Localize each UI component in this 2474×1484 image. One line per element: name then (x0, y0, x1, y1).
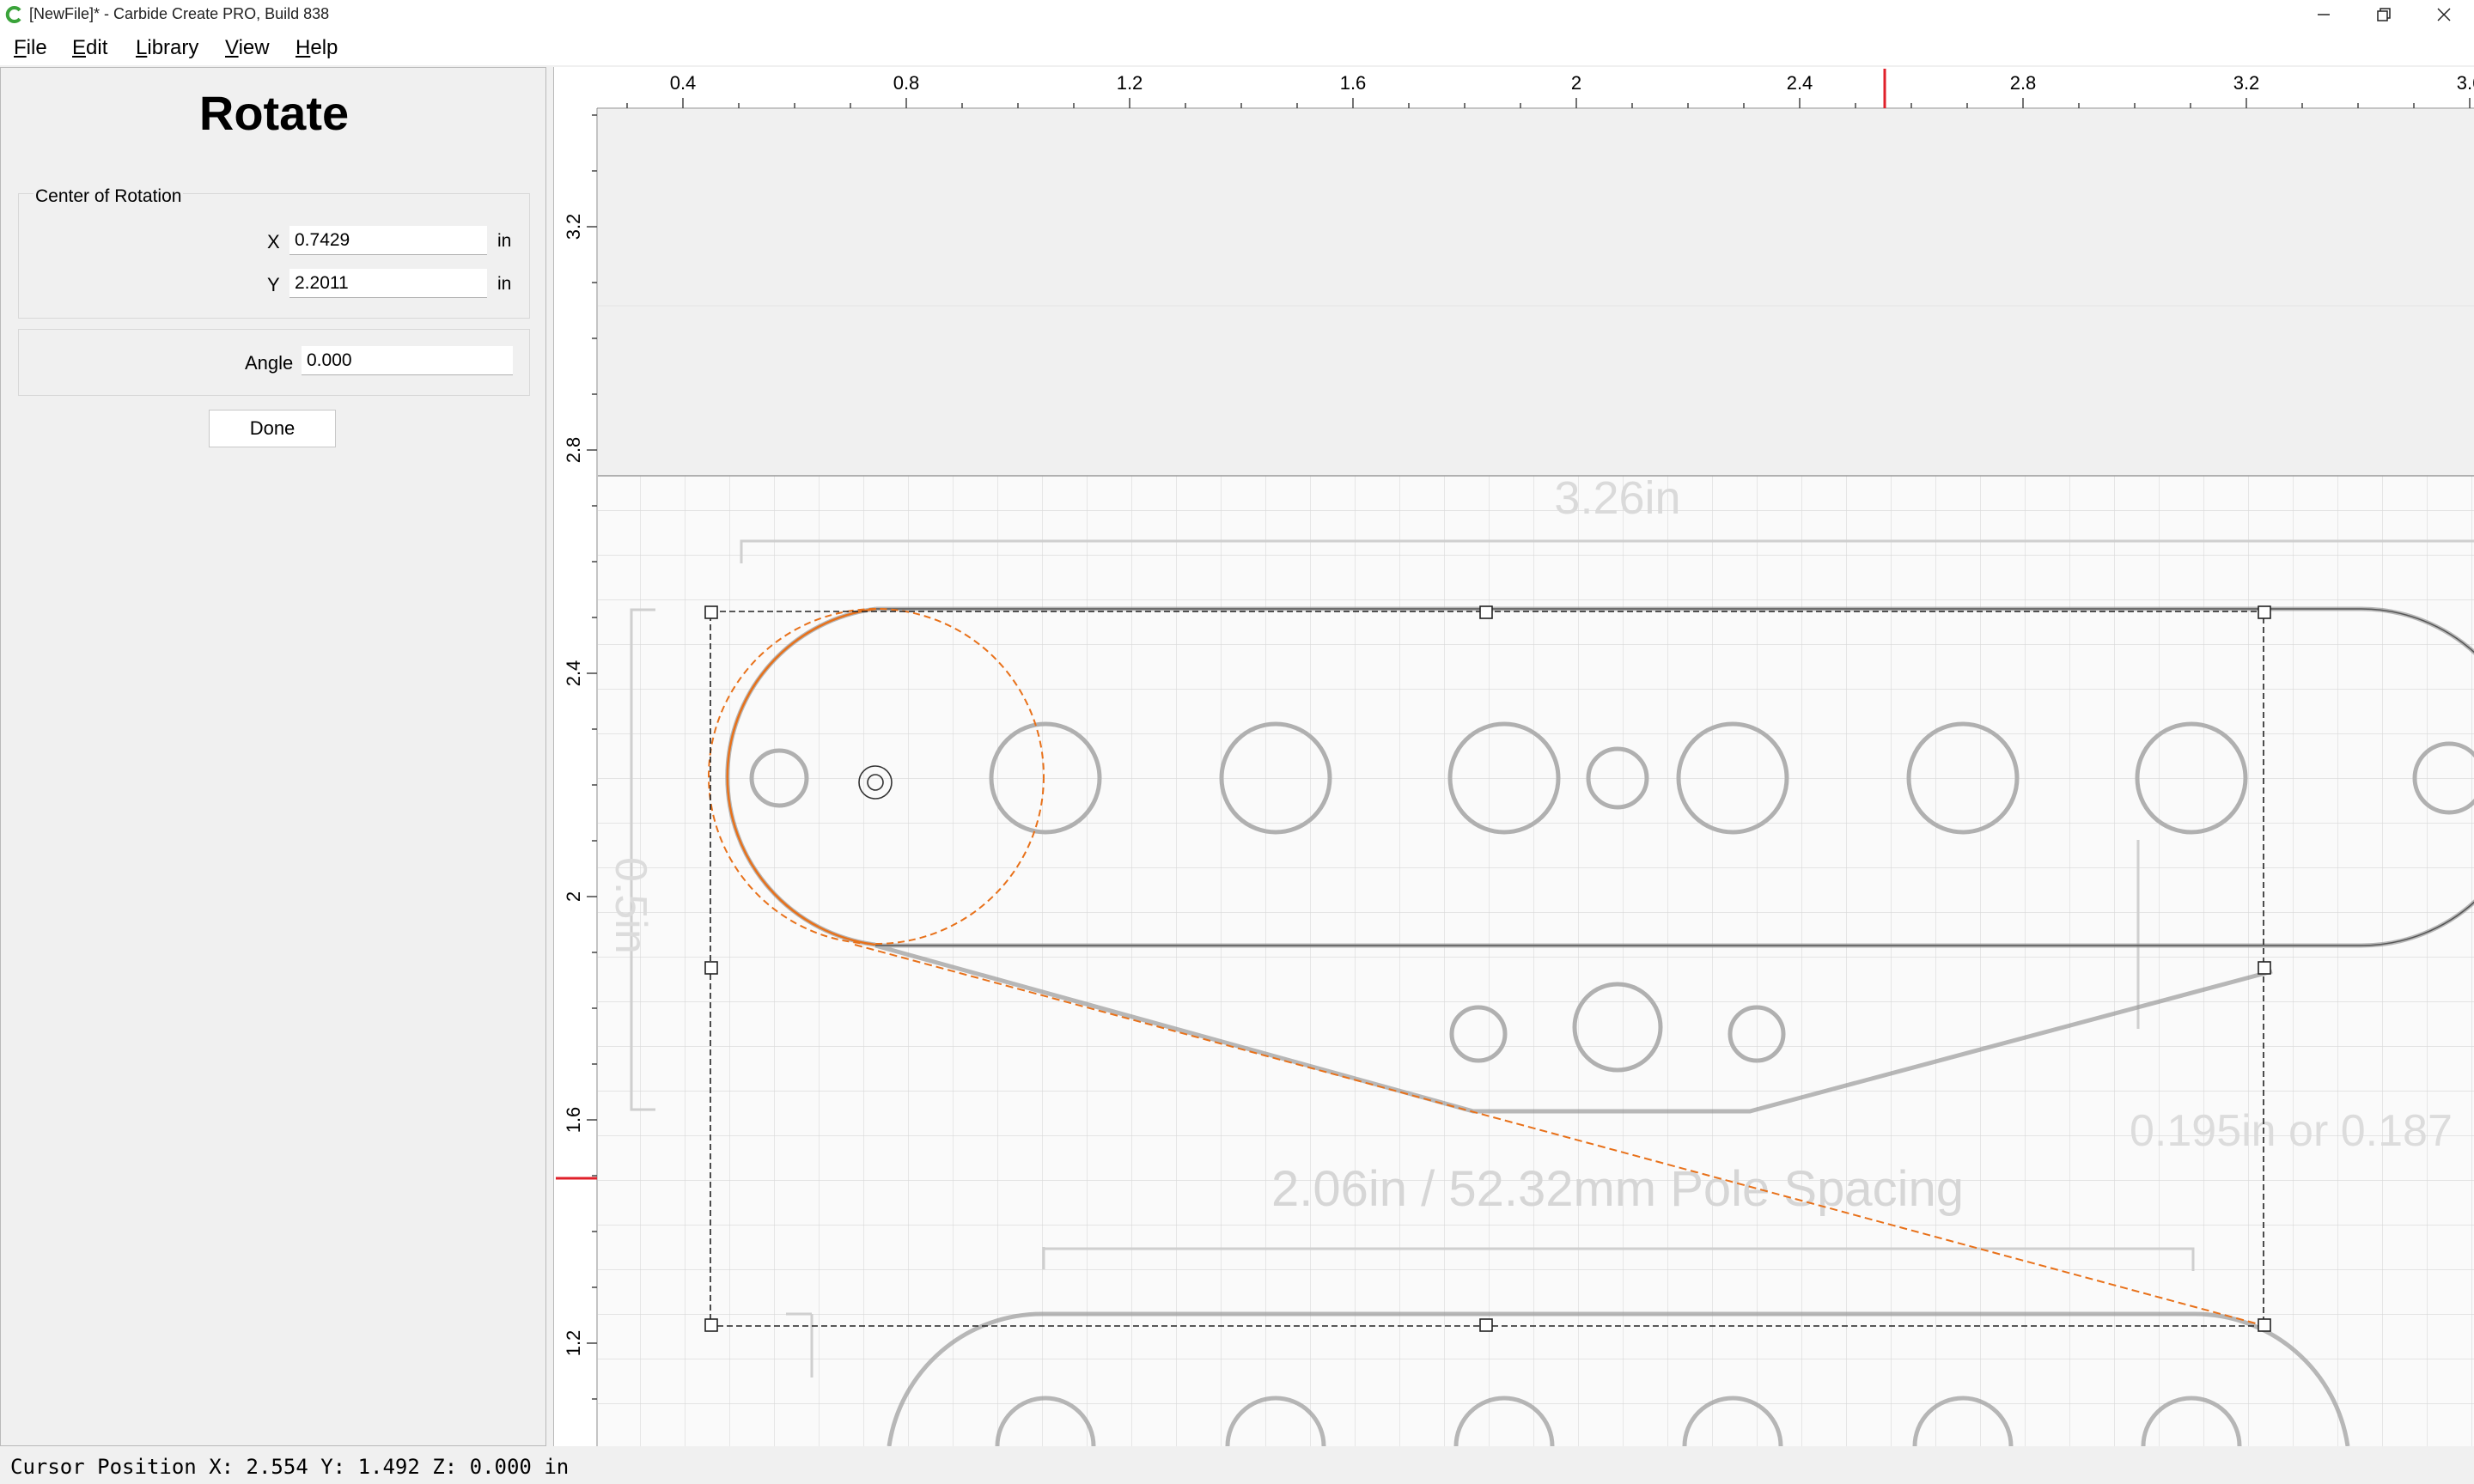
center-of-rotation-label: Center of Rotation (34, 186, 184, 207)
menu-library[interactable]: Library (136, 36, 198, 60)
ruler-label: 2.4 (563, 660, 584, 687)
resize-handle-bottom-left[interactable] (704, 1318, 718, 1332)
angle-input[interactable] (302, 346, 513, 375)
resize-handle-bottom-right[interactable] (2258, 1318, 2271, 1332)
canvas-drawing[interactable]: 0.4 0.8 1.2 1.6 2 2.4 2.8 3.2 3.6 3.2 2.8 2.4 2 1.6 1… (554, 67, 2474, 1446)
rotate-panel: Rotate Center of Rotation X in Y in Angl… (0, 67, 546, 1446)
ruler-label: 0.8 (893, 72, 920, 94)
pole-size-label: 0.195in or 0.187 (2130, 1106, 2453, 1156)
title-bar: [NewFile]* - Carbide Create PRO, Build 8… (0, 0, 2474, 29)
y-label: Y (267, 274, 280, 295)
ruler-label: 2.8 (563, 437, 584, 464)
ruler-label: 1.2 (1117, 72, 1143, 94)
resize-handle-top-center[interactable] (1479, 605, 1493, 619)
ruler-label: 3.2 (2233, 72, 2260, 94)
minimize-button[interactable] (2294, 0, 2354, 29)
resize-handle-mid-right[interactable] (2258, 961, 2271, 975)
side-dimension-label: 0.5in (606, 857, 655, 954)
resize-handle-mid-left[interactable] (704, 961, 718, 975)
restore-icon (2377, 8, 2391, 21)
x-label: X (267, 231, 280, 252)
angle-label: Angle (245, 352, 294, 374)
center-of-rotation-group (18, 193, 530, 319)
menu-bar: File Edit Library View Help (0, 29, 2474, 65)
menu-edit[interactable]: Edit (72, 36, 107, 60)
pole-spacing-label: 2.06in / 52.32mm Pole Spacing (1271, 1161, 1964, 1217)
ruler-label: 1.6 (563, 1107, 584, 1134)
width-dimension-label: 3.26in (1554, 472, 1680, 524)
status-bar: Cursor Position X: 2.554 Y: 1.492 Z: 0.0… (0, 1450, 2474, 1484)
minimize-icon (2318, 14, 2330, 15)
vertical-ruler (554, 108, 597, 1446)
ruler-label: 1.6 (1340, 72, 1367, 94)
menu-file[interactable]: File (14, 36, 47, 60)
resize-handle-bottom-center[interactable] (1479, 1318, 1493, 1332)
ruler-label: 2 (563, 891, 584, 902)
carbide-logo-icon (5, 6, 21, 23)
x-unit: in (497, 231, 512, 251)
window-title: [NewFile]* - Carbide Create PRO, Build 8… (29, 5, 330, 22)
ruler-label: 0.4 (670, 72, 697, 94)
ruler-label: 1.2 (563, 1330, 584, 1357)
offstock-area (598, 109, 2474, 516)
done-button[interactable]: Done (209, 410, 336, 447)
close-icon (2437, 8, 2451, 21)
center-x-input[interactable] (289, 226, 487, 255)
y-unit: in (497, 274, 512, 294)
ruler-label: 3.2 (563, 214, 584, 240)
ruler-label: 3.6 (2457, 72, 2474, 94)
horizontal-ruler (554, 67, 2474, 108)
center-y-input[interactable] (289, 269, 487, 298)
ruler-label: 2.4 (1787, 72, 1813, 94)
ruler-label: 2 (1571, 72, 1581, 94)
resize-handle-top-left[interactable] (704, 605, 718, 619)
restore-button[interactable] (2354, 0, 2414, 29)
resize-handle-top-right[interactable] (2258, 605, 2271, 619)
design-canvas[interactable]: 0.4 0.8 1.2 1.6 2 2.4 2.8 3.2 3.6 3.2 2.8 2.4 2 1.6 1… (553, 67, 2474, 1446)
menu-help[interactable]: Help (296, 36, 338, 60)
cursor-position: Cursor Position X: 2.554 Y: 1.492 Z: 0.0… (10, 1455, 570, 1479)
ruler-label: 2.8 (2010, 72, 2037, 94)
panel-title: Rotate (198, 86, 350, 140)
close-button[interactable] (2414, 0, 2474, 29)
menu-view[interactable]: View (225, 36, 270, 60)
